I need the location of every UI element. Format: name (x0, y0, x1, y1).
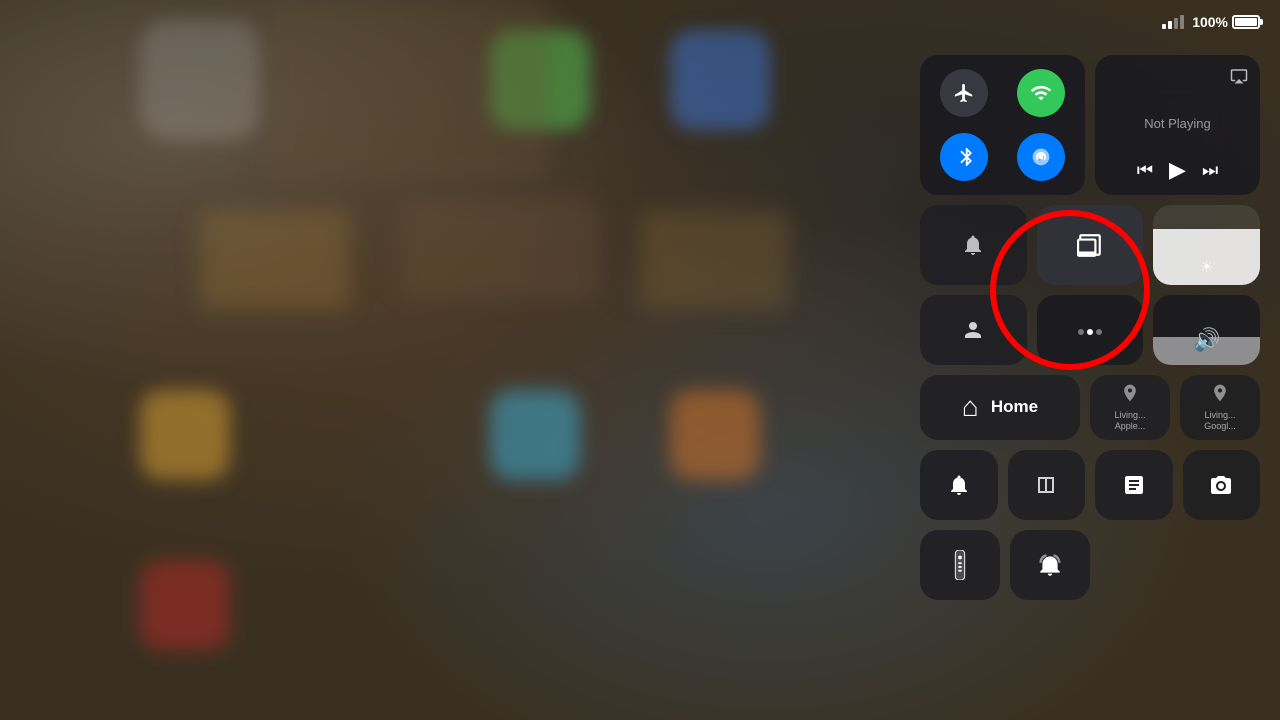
living-apple-label: Living...Apple... (1114, 410, 1145, 432)
screen-mirror-button[interactable] (1037, 205, 1144, 285)
bottom-row-2 (920, 530, 1090, 600)
media-panel: Not Playing ⏮ ▶ ⏭ (1095, 55, 1260, 195)
airdrop-button[interactable] (1017, 133, 1065, 181)
connectivity-panel (920, 55, 1085, 195)
bluetooth-button[interactable] (940, 133, 988, 181)
bell-button[interactable] (920, 450, 998, 520)
airplane-mode-button[interactable] (940, 69, 988, 117)
home-button[interactable]: ⌂ Home (920, 375, 1080, 440)
living-google-shortcut[interactable]: Living...Googl... (1180, 375, 1260, 440)
alarm-button[interactable] (1010, 530, 1090, 600)
signal-bar-4 (1180, 15, 1184, 29)
remote-button[interactable] (920, 530, 1000, 600)
living-apple-shortcut[interactable]: Living...Apple... (1090, 375, 1170, 440)
brightness-slider[interactable]: ☀ (1153, 205, 1260, 285)
control-center: Not Playing ⏮ ▶ ⏭ ☀ (920, 55, 1260, 610)
play-button[interactable]: ▶ (1169, 157, 1186, 183)
fast-forward-button[interactable]: ⏭ (1202, 160, 1218, 181)
bottom-row-1 (920, 450, 1260, 520)
dot-3 (1096, 329, 1102, 335)
signal-bars (1162, 15, 1184, 29)
splitview-button[interactable] (1008, 450, 1086, 520)
home-label: Home (991, 397, 1038, 417)
airplay-button[interactable] (1230, 67, 1248, 90)
camera-button[interactable] (1183, 450, 1261, 520)
volume-slider[interactable]: 🔊 (1153, 295, 1260, 365)
wifi-button[interactable] (1017, 69, 1065, 117)
page-indicator (1037, 295, 1144, 365)
focus-person-button[interactable] (920, 295, 1027, 365)
battery-icon (1232, 15, 1260, 29)
battery-fill (1235, 18, 1257, 26)
home-icon: ⌂ (962, 391, 979, 423)
focus-button[interactable] (920, 205, 1027, 285)
dot-1 (1078, 329, 1084, 335)
signal-bar-3 (1174, 18, 1178, 29)
battery-percent: 100% (1192, 14, 1228, 30)
brightness-icon: ☀ (1199, 257, 1213, 277)
dot-2 (1087, 329, 1093, 335)
signal-bar-1 (1162, 24, 1166, 29)
rewind-button[interactable]: ⏮ (1137, 160, 1153, 181)
not-playing-label: Not Playing (1107, 116, 1248, 131)
living-google-label: Living...Googl... (1204, 410, 1236, 432)
living-apple-icon (1120, 383, 1140, 406)
volume-icon: 🔊 (1193, 327, 1220, 353)
status-bar: 100% (0, 0, 1280, 44)
signal-bar-2 (1168, 21, 1172, 29)
dot-row (1078, 329, 1102, 335)
living-google-icon (1210, 383, 1230, 406)
note-button[interactable] (1095, 450, 1173, 520)
